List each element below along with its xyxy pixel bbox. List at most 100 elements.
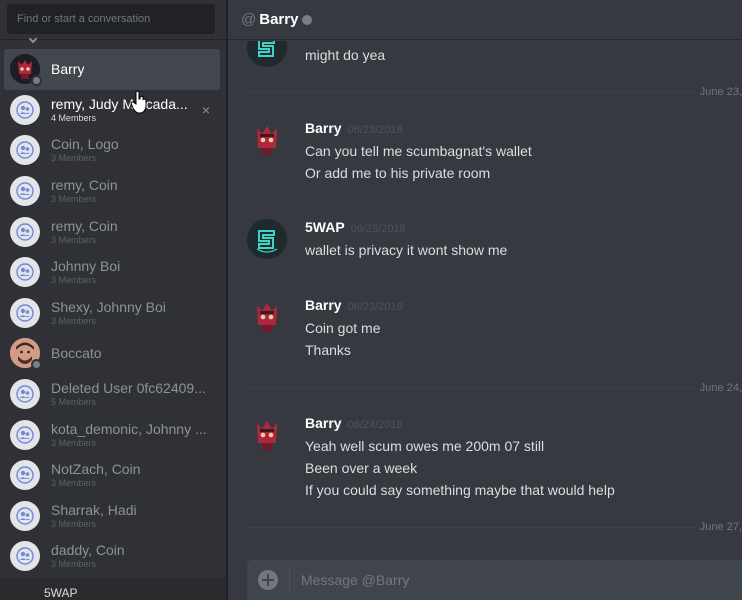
dm-item-group[interactable]: remy, Coin 3 Members: [4, 171, 220, 212]
group-icon: [16, 182, 34, 200]
message-text: If you could say something maybe that wo…: [305, 482, 615, 498]
composer-divider: [289, 568, 290, 592]
search-input[interactable]: Find or start a conversation: [7, 4, 215, 34]
status-offline-icon: [31, 75, 42, 87]
dm-name: Boccato: [51, 345, 102, 362]
search-bar: Find or start a conversation: [0, 0, 228, 40]
message-text: Coin got me: [305, 320, 381, 336]
member-count: 3 Members: [51, 315, 97, 326]
channel-title: Barry: [259, 11, 299, 28]
member-count: 3 Members: [51, 437, 97, 448]
member-count: 3 Members: [51, 153, 97, 164]
dm-name: daddy, Coin: [51, 542, 125, 559]
member-count: 3 Members: [51, 194, 97, 205]
group-avatar: [10, 419, 40, 450]
message-composer: Message @Barry: [247, 560, 742, 600]
at-icon: @: [241, 11, 257, 28]
message-timestamp: 06/23/2018: [347, 124, 403, 136]
dm-item-group[interactable]: Deleted User 0fc62409... 5 Members: [4, 374, 220, 415]
barry-avatar[interactable]: [247, 415, 287, 455]
dm-name: NotZach, Coin: [51, 461, 141, 478]
group-avatar: [10, 257, 40, 288]
add-attachment-button[interactable]: [258, 570, 278, 590]
group-avatar: [10, 94, 40, 125]
dm-item-group[interactable]: Shexy, Johnny Boi 3 Members: [4, 293, 220, 334]
dm-sidebar: Find or start a conversation Barry remy,…: [0, 0, 228, 600]
date-label: June 24,: [693, 382, 742, 394]
message-list: might do yea June 23, Barry 06/23/2018 C…: [228, 41, 742, 559]
dm-item-group[interactable]: NotZach, Coin 3 Members: [4, 455, 220, 496]
group-icon: [16, 141, 34, 160]
message-timestamp: 06/23/2018: [350, 223, 406, 235]
message-timestamp: 06/23/2018: [347, 301, 403, 313]
dm-item-group[interactable]: remy, Coin 3 Members: [4, 211, 220, 252]
message-text: wallet is privacy it wont show me: [305, 242, 508, 258]
dm-name: remy, Judy M...cada...: [51, 95, 188, 112]
group-avatar: [10, 500, 40, 531]
message-author[interactable]: Barry: [305, 297, 342, 313]
group-avatar: [10, 135, 40, 166]
message-text: Or add me to his private room: [305, 165, 491, 181]
message-text: Been over a week: [305, 460, 418, 476]
member-count: 3 Members: [51, 559, 97, 570]
dm-item-group[interactable]: Johnny Boi 3 Members: [4, 252, 220, 293]
close-dm-button[interactable]: ×: [202, 102, 210, 118]
message-text: Thanks: [305, 342, 351, 358]
member-count: 3 Members: [51, 518, 97, 529]
dm-name: remy, Coin: [51, 177, 118, 194]
group-icon: [16, 263, 34, 281]
message-author[interactable]: 5WAP: [305, 219, 345, 235]
group-avatar: [10, 216, 40, 247]
member-count: 4 Members: [51, 112, 97, 123]
dm-item-barry[interactable]: Barry: [4, 49, 220, 90]
group-icon: [16, 425, 34, 444]
dm-item-group[interactable]: Coin, Logo 3 Members: [4, 130, 220, 171]
group-icon: [16, 547, 34, 566]
dm-name: Shexy, Johnny Boi: [51, 298, 166, 315]
dm-item-group[interactable]: remy, Judy M...cada... 4 Members ×: [4, 90, 220, 131]
barry-avatar: [10, 54, 42, 87]
group-avatar: [10, 176, 40, 207]
dm-name: Deleted User 0fc62409...: [51, 380, 206, 397]
barry-avatar[interactable]: [247, 120, 287, 160]
dm-item-group[interactable]: Sharrak, Hadi 3 Members: [4, 496, 220, 537]
message-input[interactable]: Message @Barry: [301, 572, 409, 588]
message-timestamp: 06/24/2018: [347, 419, 403, 431]
dm-item-group[interactable]: kota_demonic, Johnny ... 3 Members: [4, 414, 220, 455]
message-author[interactable]: Barry: [305, 120, 342, 136]
group-icon: [16, 304, 34, 322]
message-text: might do yea: [305, 47, 386, 63]
status-offline-icon: [302, 14, 313, 25]
group-icon: [16, 101, 34, 119]
user-panel: 5WAP: [0, 578, 228, 600]
channel-header: @ Barry: [228, 0, 742, 40]
member-count: 5 Members: [51, 397, 97, 408]
fivewap-avatar: [247, 41, 287, 67]
date-label: June 27,: [693, 521, 742, 533]
message-author[interactable]: Barry: [305, 415, 342, 431]
member-count: 3 Members: [51, 478, 97, 489]
dm-name: Sharrak, Hadi: [51, 501, 137, 518]
boccato-avatar: [10, 338, 42, 371]
message-text: Can you tell me scumbagnat's wallet: [305, 143, 532, 159]
date-divider: [248, 527, 742, 528]
group-icon: [16, 466, 34, 484]
dm-name: kota_demonic, Johnny ...: [51, 420, 207, 437]
group-avatar: [10, 297, 40, 328]
member-count: 3 Members: [51, 275, 97, 286]
date-label: June 23,: [693, 86, 742, 98]
dm-list: Barry remy, Judy M...cada... 4 Members ×: [0, 49, 228, 577]
member-count: 3 Members: [51, 234, 97, 245]
date-divider: [248, 388, 742, 389]
barry-avatar[interactable]: [247, 297, 287, 337]
fivewap-avatar[interactable]: [247, 219, 287, 259]
status-offline-icon: [31, 359, 42, 371]
dm-name: Barry: [51, 61, 85, 78]
group-icon: [16, 222, 34, 241]
dm-item-boccato[interactable]: Boccato: [4, 333, 220, 374]
dm-item-group[interactable]: daddy, Coin 3 Members: [4, 536, 220, 577]
group-avatar: [10, 541, 40, 572]
hand-cursor-icon: [130, 90, 147, 114]
discord-window: Find or start a conversation Barry remy,…: [0, 0, 742, 600]
group-icon: [16, 385, 34, 403]
